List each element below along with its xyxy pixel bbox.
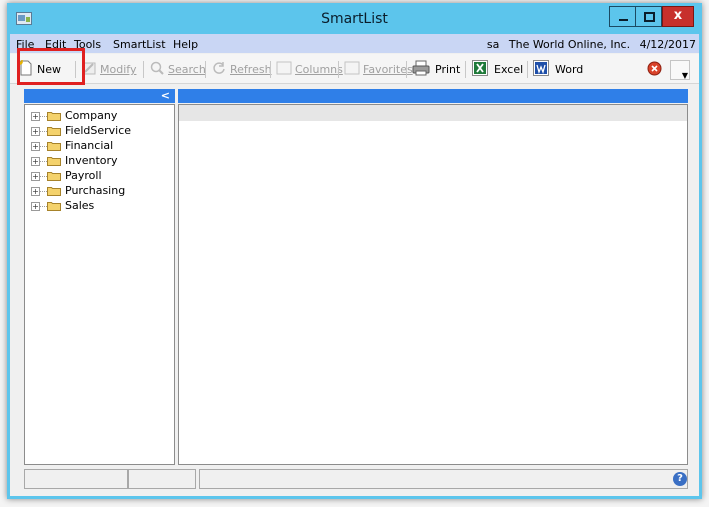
- search-label: Search: [168, 63, 206, 76]
- tree-node-label: Payroll: [65, 169, 102, 182]
- folder-icon: [47, 172, 61, 181]
- columns-icon: [276, 61, 292, 75]
- user-date: 4/12/2017: [639, 38, 696, 51]
- expand-icon[interactable]: +: [31, 112, 40, 121]
- minimize-button[interactable]: [609, 6, 636, 27]
- client-area: File Edit Tools SmartList Help sa The Wo…: [10, 34, 699, 496]
- favorites-icon: [344, 61, 360, 75]
- toolbar-separator: [338, 61, 339, 78]
- word-icon: [533, 60, 549, 76]
- tree-connector: [40, 206, 47, 207]
- company-info: sa The World Online, Inc. 4/12/2017: [481, 38, 696, 51]
- collapse-pane-button[interactable]: <: [161, 89, 170, 102]
- smartlist-window: SmartList File Edit Tools SmartList Help…: [7, 3, 702, 499]
- status-panel: [24, 469, 128, 489]
- folder-icon: [47, 157, 61, 166]
- refresh-label: Refresh: [230, 63, 272, 76]
- results-pane-header: [178, 89, 688, 103]
- help-icon[interactable]: ?: [673, 472, 687, 486]
- expand-icon[interactable]: +: [31, 187, 40, 196]
- tree-connector: [40, 131, 47, 132]
- company-name: The World Online, Inc.: [508, 38, 631, 51]
- highlight-box: [17, 48, 85, 85]
- tree-node-label: Sales: [65, 199, 95, 212]
- options-dropdown[interactable]: ▼: [670, 60, 690, 80]
- tree-node-label: Financial: [65, 139, 114, 152]
- print-label: Print: [435, 63, 461, 76]
- expand-icon[interactable]: +: [31, 202, 40, 211]
- menu-help[interactable]: Help: [173, 38, 198, 51]
- toolbar-separator: [406, 61, 407, 78]
- excel-label: Excel: [494, 63, 524, 76]
- window-title: SmartList: [321, 11, 388, 27]
- tree-connector: [40, 146, 47, 147]
- status-bar: ?: [24, 469, 688, 490]
- toolbar: New Modify Search Refresh Columns Favori…: [10, 54, 699, 84]
- printer-icon: [412, 60, 430, 76]
- tree-connector: [40, 176, 47, 177]
- toolbar-separator: [465, 61, 466, 78]
- toolbar-separator: [527, 61, 528, 78]
- word-label: Word: [555, 63, 584, 76]
- excel-icon: [472, 60, 488, 76]
- expand-icon[interactable]: +: [31, 142, 40, 151]
- menu-bar: File Edit Tools SmartList Help sa The Wo…: [10, 34, 699, 53]
- results-grid[interactable]: [178, 104, 688, 465]
- folder-icon: [47, 127, 61, 136]
- close-button[interactable]: [662, 6, 694, 27]
- maximize-button[interactable]: [636, 6, 662, 27]
- tree-node-label: Inventory: [65, 154, 118, 167]
- columns-label: Columns: [295, 63, 343, 76]
- expand-icon[interactable]: +: [31, 172, 40, 181]
- user-id: sa: [486, 38, 500, 51]
- expand-icon[interactable]: +: [31, 127, 40, 136]
- tree-connector: [40, 116, 47, 117]
- tree-node-label: Company: [65, 109, 118, 122]
- status-panel: [128, 469, 196, 489]
- tree-node-label: FieldService: [65, 124, 132, 137]
- folder-icon: [47, 202, 61, 211]
- modify-label: Modify: [100, 63, 137, 76]
- folder-icon: [47, 187, 61, 196]
- tree-pane-header: <: [24, 89, 175, 103]
- tree-node-label: Purchasing: [65, 184, 126, 197]
- smartlist-tree: + Company + FieldService + Financial + I…: [24, 104, 175, 465]
- tree-connector: [40, 161, 47, 162]
- refresh-icon: [213, 62, 225, 74]
- toolbar-separator: [205, 61, 206, 78]
- menu-smartlist[interactable]: SmartList: [113, 38, 166, 51]
- tree-connector: [40, 191, 47, 192]
- folder-icon: [47, 112, 61, 121]
- toolbar-separator: [143, 61, 144, 78]
- grid-header-row: [179, 105, 687, 121]
- status-panel: [199, 469, 688, 489]
- folder-icon: [47, 142, 61, 151]
- expand-icon[interactable]: +: [31, 157, 40, 166]
- search-icon: [150, 61, 164, 75]
- chevron-down-icon: ▼: [681, 71, 688, 80]
- title-bar[interactable]: SmartList: [7, 3, 702, 34]
- stop-icon[interactable]: [647, 61, 662, 76]
- toolbar-separator: [270, 61, 271, 78]
